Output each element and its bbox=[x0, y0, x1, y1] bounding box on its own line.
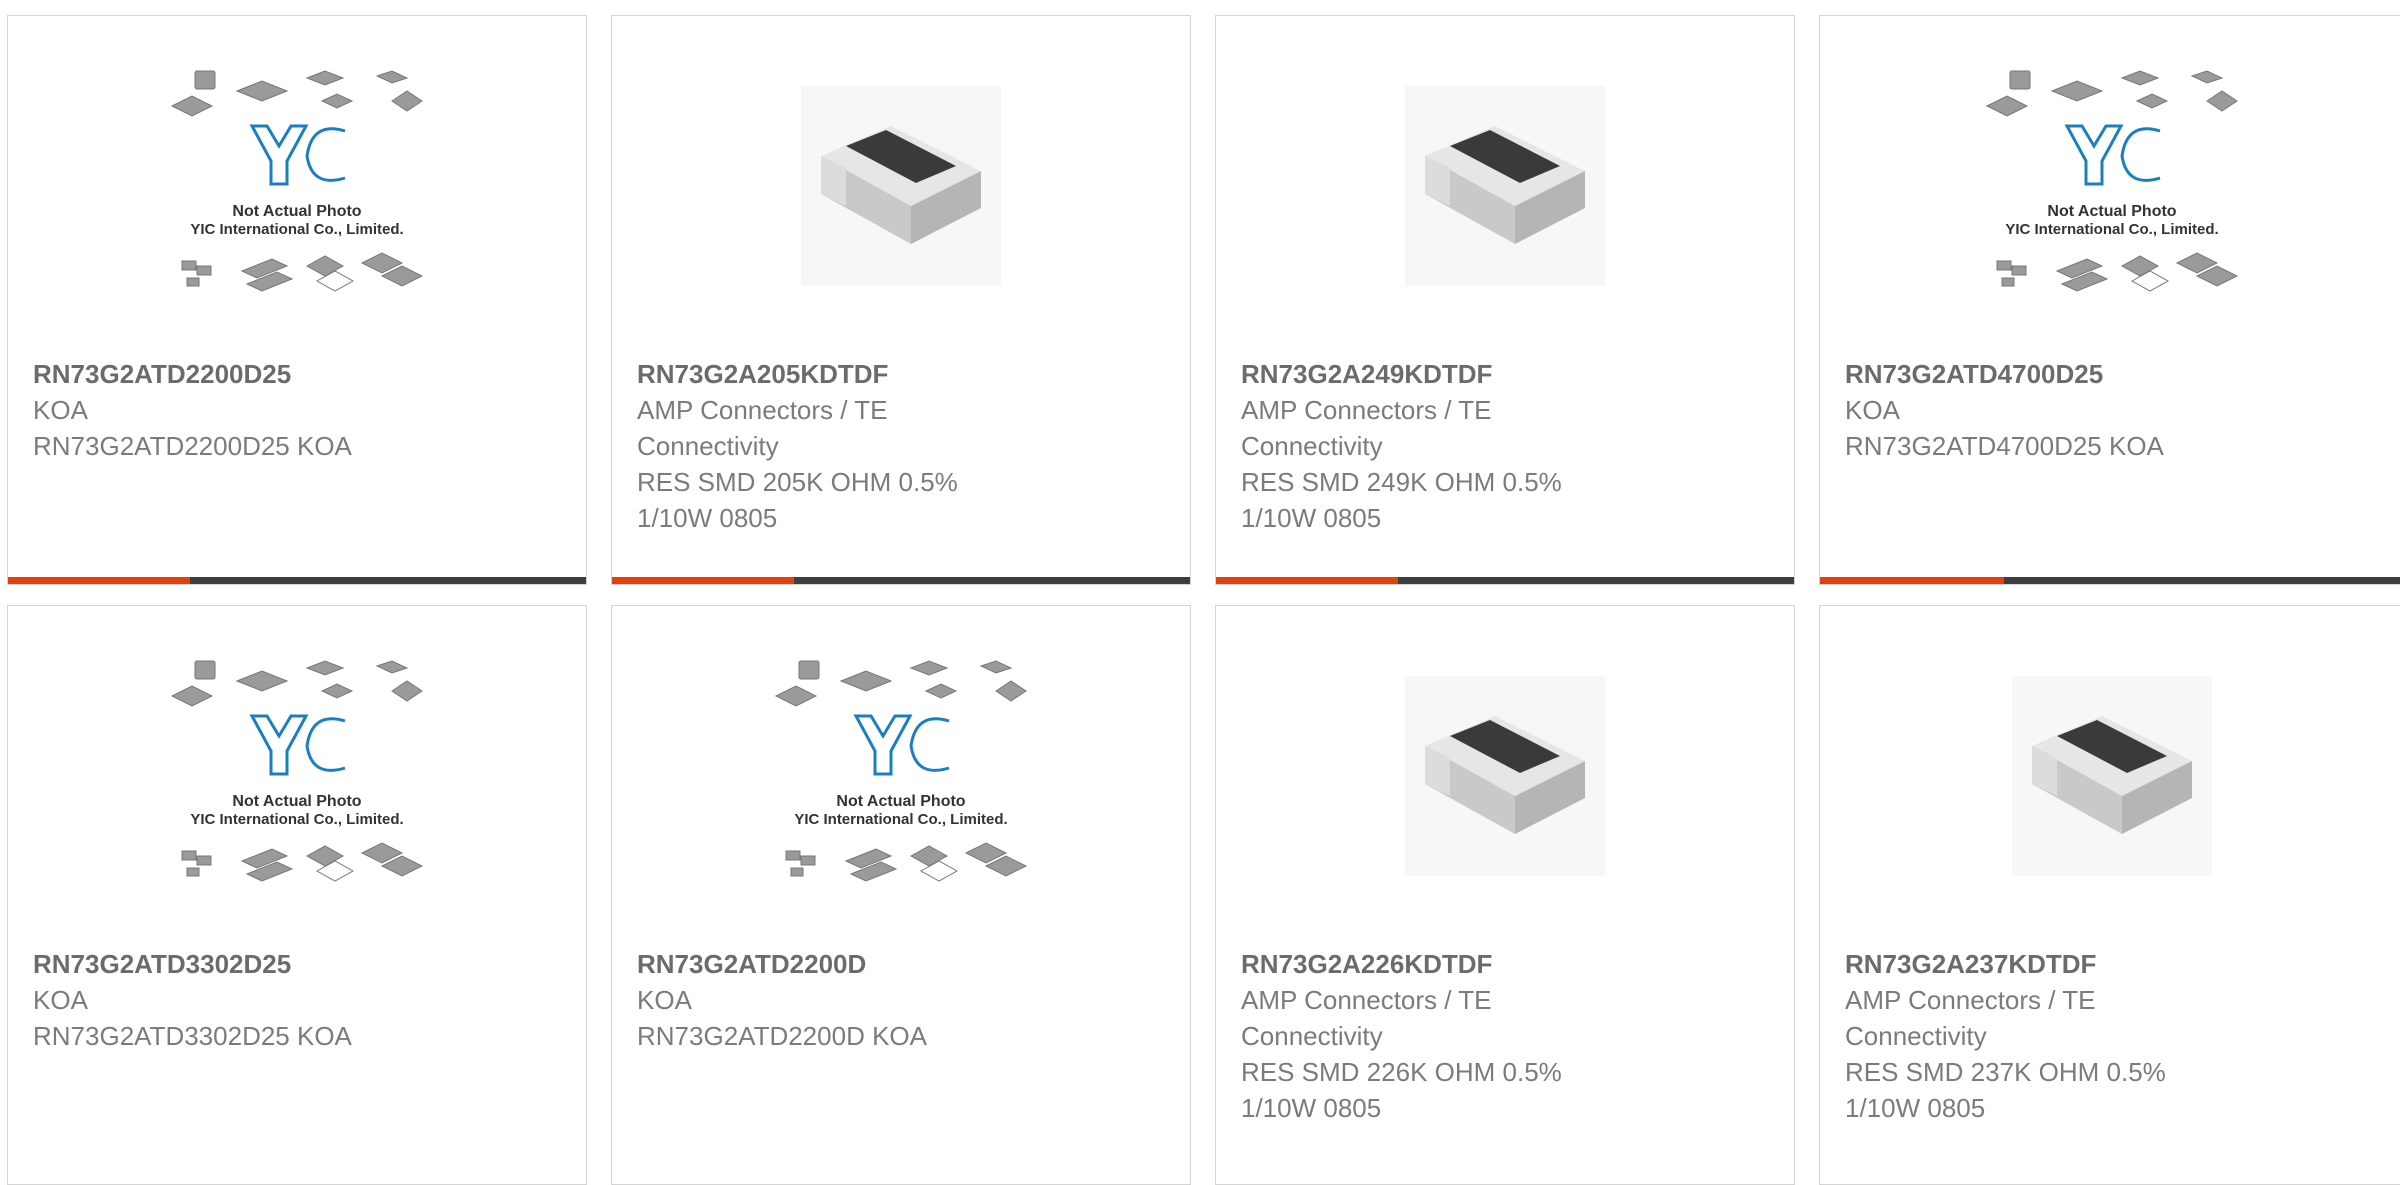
product-image[interactable]: Not Actual Photo YIC International Co., … bbox=[8, 16, 586, 356]
description: RN73G2ATD2200D KOA bbox=[637, 1021, 927, 1051]
product-image[interactable]: Not Actual Photo YIC International Co., … bbox=[612, 606, 1190, 946]
product-card[interactable]: RN73G2A237KDTDF AMP Connectors / TE Conn… bbox=[1819, 605, 2400, 1185]
product-card[interactable]: RN73G2A205KDTDF AMP Connectors / TE Conn… bbox=[611, 15, 1191, 585]
card-progress-bar bbox=[1820, 577, 2400, 584]
manufacturer: KOA bbox=[1845, 395, 1900, 425]
card-image-text-1: Not Actual Photo bbox=[232, 203, 361, 220]
progress-fill bbox=[1216, 577, 1399, 584]
manufacturer: AMP Connectors / TE Connectivity bbox=[1241, 985, 1492, 1051]
part-number[interactable]: RN73G2A237KDTDF bbox=[1845, 946, 2383, 982]
part-number[interactable]: RN73G2A205KDTDF bbox=[637, 356, 1170, 392]
part-number[interactable]: RN73G2ATD3302D25 bbox=[33, 946, 566, 982]
part-number[interactable]: RN73G2ATD2200D bbox=[637, 946, 1170, 982]
card-progress-bar bbox=[612, 577, 1190, 584]
yic-placeholder-image: Not Actual Photo YIC International Co., … bbox=[1985, 70, 2238, 292]
product-grid: Not Actual Photo YIC International Co., … bbox=[0, 0, 2400, 1185]
yic-placeholder-image: Not Actual Photo YIC International Co., … bbox=[774, 660, 1028, 882]
product-card[interactable]: Not Actual Photo YIC International Co., … bbox=[7, 605, 587, 1185]
part-number[interactable]: RN73G2ATD2200D25 bbox=[33, 356, 566, 392]
manufacturer: KOA bbox=[33, 985, 88, 1015]
card-info: RN73G2A226KDTDF AMP Connectors / TE Conn… bbox=[1241, 946, 1774, 1126]
manufacturer: AMP Connectors / TE Connectivity bbox=[1241, 395, 1492, 461]
card-progress-bar bbox=[8, 577, 586, 584]
card-info: RN73G2A237KDTDF AMP Connectors / TE Conn… bbox=[1845, 946, 2383, 1126]
product-image[interactable] bbox=[1820, 606, 2400, 946]
yic-placeholder-image: Not Actual Photo YIC International Co., … bbox=[170, 660, 424, 882]
card-image-text-1: Not Actual Photo bbox=[232, 793, 361, 810]
part-number[interactable]: RN73G2A226KDTDF bbox=[1241, 946, 1774, 982]
description: RN73G2ATD4700D25 KOA bbox=[1845, 431, 2164, 461]
product-card[interactable]: RN73G2A226KDTDF AMP Connectors / TE Conn… bbox=[1215, 605, 1795, 1185]
card-info: RN73G2ATD2200D25 KOA RN73G2ATD2200D25 KO… bbox=[33, 356, 566, 464]
progress-fill bbox=[612, 577, 795, 584]
product-image[interactable]: Not Actual Photo YIC International Co., … bbox=[1820, 16, 2400, 356]
manufacturer: KOA bbox=[637, 985, 692, 1015]
card-image-text-2: YIC International Co., Limited. bbox=[190, 221, 403, 238]
card-image-text-2: YIC International Co., Limited. bbox=[190, 811, 403, 828]
chip-resistor-image bbox=[801, 86, 1001, 286]
progress-fill bbox=[8, 577, 191, 584]
card-image-text-2: YIC International Co., Limited. bbox=[2005, 221, 2218, 238]
product-image[interactable] bbox=[612, 16, 1190, 356]
card-info: RN73G2A249KDTDF AMP Connectors / TE Conn… bbox=[1241, 356, 1774, 536]
manufacturer: AMP Connectors / TE Connectivity bbox=[1845, 985, 2096, 1051]
product-image[interactable] bbox=[1216, 606, 1794, 946]
yic-placeholder-image: Not Actual Photo YIC International Co., … bbox=[170, 70, 424, 292]
product-card[interactable]: RN73G2A249KDTDF AMP Connectors / TE Conn… bbox=[1215, 15, 1795, 585]
chip-resistor-image bbox=[2011, 676, 2212, 876]
manufacturer: KOA bbox=[33, 395, 88, 425]
card-progress-bar bbox=[1216, 577, 1794, 584]
product-image[interactable]: Not Actual Photo YIC International Co., … bbox=[8, 606, 586, 946]
card-info: RN73G2ATD2200D KOA RN73G2ATD2200D KOA bbox=[637, 946, 1170, 1054]
progress-fill bbox=[1820, 577, 2004, 584]
description: RN73G2ATD3302D25 KOA bbox=[33, 1021, 352, 1051]
card-image-text-1: Not Actual Photo bbox=[836, 793, 965, 810]
product-image[interactable] bbox=[1216, 16, 1794, 356]
description: RES SMD 226K OHM 0.5% 1/10W 0805 bbox=[1241, 1057, 1562, 1123]
product-card[interactable]: Not Actual Photo YIC International Co., … bbox=[7, 15, 587, 585]
description: RES SMD 237K OHM 0.5% 1/10W 0805 bbox=[1845, 1057, 2166, 1123]
chip-resistor-image bbox=[1405, 86, 1605, 286]
description: RES SMD 205K OHM 0.5% 1/10W 0805 bbox=[637, 467, 958, 533]
description: RES SMD 249K OHM 0.5% 1/10W 0805 bbox=[1241, 467, 1562, 533]
card-image-text-1: Not Actual Photo bbox=[2047, 203, 2176, 220]
product-card[interactable]: Not Actual Photo YIC International Co., … bbox=[611, 605, 1191, 1185]
card-info: RN73G2ATD3302D25 KOA RN73G2ATD3302D25 KO… bbox=[33, 946, 566, 1054]
manufacturer: AMP Connectors / TE Connectivity bbox=[637, 395, 888, 461]
card-info: RN73G2ATD4700D25 KOA RN73G2ATD4700D25 KO… bbox=[1845, 356, 2383, 464]
product-card[interactable]: Not Actual Photo YIC International Co., … bbox=[1819, 15, 2400, 585]
chip-resistor-image bbox=[1405, 676, 1605, 876]
part-number[interactable]: RN73G2A249KDTDF bbox=[1241, 356, 1774, 392]
part-number[interactable]: RN73G2ATD4700D25 bbox=[1845, 356, 2383, 392]
card-image-text-2: YIC International Co., Limited. bbox=[794, 811, 1007, 828]
card-info: RN73G2A205KDTDF AMP Connectors / TE Conn… bbox=[637, 356, 1170, 536]
description: RN73G2ATD2200D25 KOA bbox=[33, 431, 352, 461]
